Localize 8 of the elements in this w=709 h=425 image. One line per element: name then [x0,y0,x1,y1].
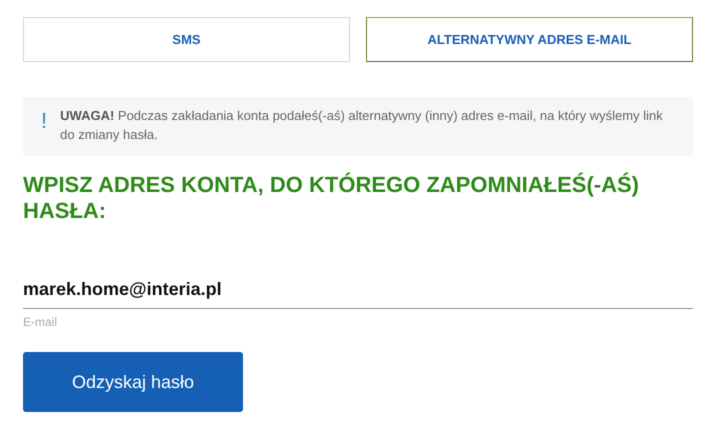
tab[interactable]: ALTERNATYWNY ADRES E-MAIL [366,17,693,62]
email-input[interactable]: marek.home@interia.pl [23,276,693,309]
form-heading: WPISZ ADRES KONTA, DO KTÓREGO ZAPOMNIAŁEŚ(-AŚ) HASŁA: [23,172,640,224]
email-label: E-mail [23,314,58,331]
exclamation-icon: ! [41,110,48,132]
recover-password-button[interactable]: Odzyskaj hasło [23,352,243,412]
notice-text: UWAGA! Podczas zakładania konta podałeś(-aś) alternatywny (inny) adres e-mail, na który wyślemy link do zmiany hasła. [60,107,664,144]
tab[interactable]: SMS [23,17,350,62]
